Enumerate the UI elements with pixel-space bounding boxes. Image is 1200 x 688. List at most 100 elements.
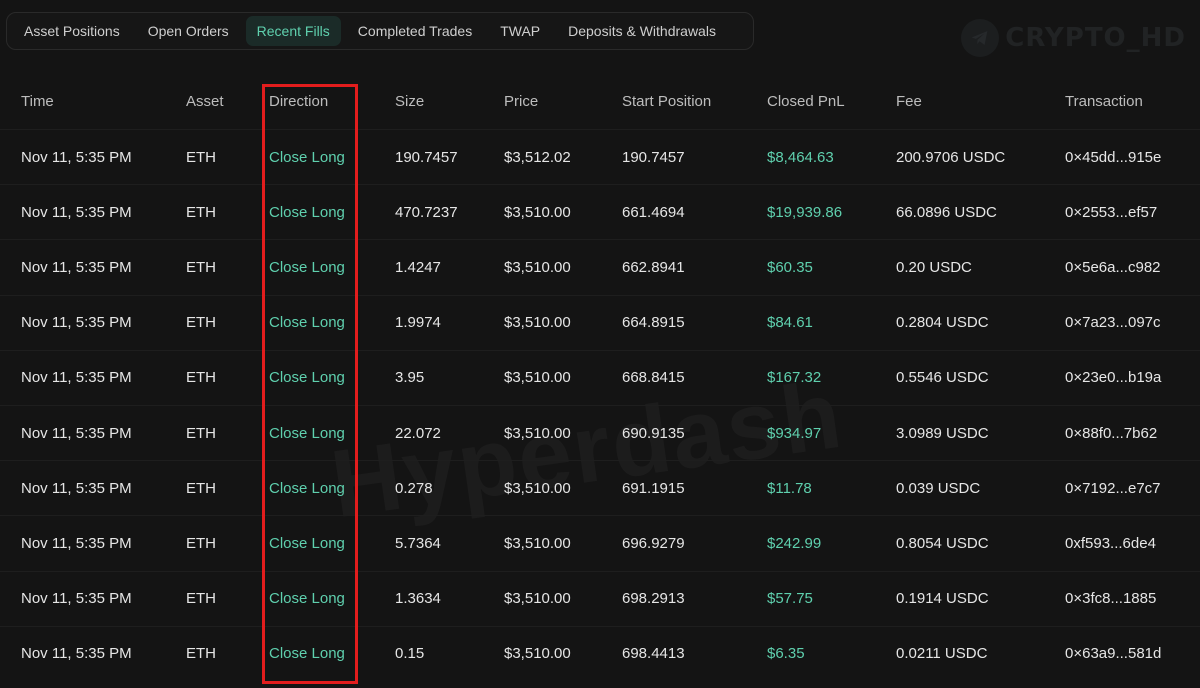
header-asset[interactable]: Asset <box>186 93 224 110</box>
cell-direction: Close Long <box>269 314 345 332</box>
cell-direction: Close Long <box>269 258 345 276</box>
cell-fee: 0.0211 USDC <box>896 645 988 663</box>
cell-time: Nov 11, 5:35 PM <box>21 369 132 387</box>
cell-price: $3,512.02 <box>504 148 571 166</box>
cell-transaction-link[interactable]: 0×7192...e7c7 <box>1065 480 1161 497</box>
cell-start-position: 190.7457 <box>622 148 685 166</box>
cell-price: $3,510.00 <box>504 258 571 276</box>
cell-asset[interactable]: ETH <box>186 425 216 442</box>
cell-transaction-link[interactable]: 0×23e0...b19a <box>1065 369 1161 386</box>
cell-fee: 0.2804 USDC <box>896 314 989 332</box>
cell-fee: 200.9706 USDC <box>896 148 1006 166</box>
cell-price: $3,510.00 <box>504 424 571 442</box>
cell-asset[interactable]: ETH <box>186 480 216 497</box>
cell-size: 22.072 <box>395 424 441 442</box>
cell-time: Nov 11, 5:35 PM <box>21 424 132 442</box>
tab-deposits-withdrawals[interactable]: Deposits & Withdrawals <box>557 16 727 46</box>
table-row: Nov 11, 5:35 PM ETH Close Long 1.4247 $3… <box>0 239 1200 294</box>
cell-time: Nov 11, 5:35 PM <box>21 203 132 221</box>
cell-closed-pnl: $167.32 <box>767 369 822 387</box>
header-size[interactable]: Size <box>395 93 424 110</box>
cell-time: Nov 11, 5:35 PM <box>21 314 132 332</box>
cell-start-position: 690.9135 <box>622 424 685 442</box>
cell-closed-pnl: $19,939.86 <box>767 203 843 221</box>
cell-size: 1.9974 <box>395 314 441 332</box>
cell-size: 0.15 <box>395 645 425 663</box>
cell-closed-pnl: $84.61 <box>767 314 813 332</box>
header-price[interactable]: Price <box>504 93 538 110</box>
cell-closed-pnl: $60.35 <box>767 258 813 276</box>
cell-asset[interactable]: ETH <box>186 204 216 221</box>
cell-fee: 0.5546 USDC <box>896 369 989 387</box>
table-row: Nov 11, 5:35 PM ETH Close Long 470.7237 … <box>0 184 1200 239</box>
tab-asset-positions[interactable]: Asset Positions <box>13 16 131 46</box>
cell-direction: Close Long <box>269 590 345 608</box>
header-time[interactable]: Time <box>21 93 54 110</box>
cell-start-position: 661.4694 <box>622 203 685 221</box>
cell-closed-pnl: $6.35 <box>767 645 805 663</box>
tab-open-orders[interactable]: Open Orders <box>137 16 240 46</box>
cell-start-position: 696.9279 <box>622 534 685 552</box>
cell-size: 5.7364 <box>395 534 441 552</box>
header-direction[interactable]: Direction <box>269 93 328 110</box>
table-row: Nov 11, 5:35 PM ETH Close Long 1.9974 $3… <box>0 294 1200 350</box>
cell-direction: Close Long <box>269 148 345 166</box>
table-row: Nov 11, 5:35 PM ETH Close Long 190.7457 … <box>0 129 1200 184</box>
cell-direction: Close Long <box>269 203 345 221</box>
cell-start-position: 698.4413 <box>622 645 685 663</box>
cell-asset[interactable]: ETH <box>186 369 216 386</box>
cell-fee: 0.1914 USDC <box>896 590 989 608</box>
cell-asset[interactable]: ETH <box>186 314 216 331</box>
cell-fee: 0.20 USDC <box>896 258 972 276</box>
cell-price: $3,510.00 <box>504 314 571 332</box>
cell-fee: 66.0896 USDC <box>896 203 997 221</box>
header-start-position[interactable]: Start Position <box>622 93 711 110</box>
tab-recent-fills[interactable]: Recent Fills <box>245 16 341 46</box>
cell-transaction-link[interactable]: 0×45dd...915e <box>1065 149 1161 166</box>
cell-asset[interactable]: ETH <box>186 590 216 607</box>
cell-time: Nov 11, 5:35 PM <box>21 645 132 663</box>
cell-asset[interactable]: ETH <box>186 535 216 552</box>
cell-direction: Close Long <box>269 369 345 387</box>
cell-start-position: 691.1915 <box>622 479 685 497</box>
cell-size: 1.3634 <box>395 590 441 608</box>
cell-time: Nov 11, 5:35 PM <box>21 534 132 552</box>
cell-asset[interactable]: ETH <box>186 645 216 662</box>
cell-start-position: 668.8415 <box>622 369 685 387</box>
tab-completed-trades[interactable]: Completed Trades <box>347 16 483 46</box>
brand-watermark: CRYPTO_HD <box>961 16 1186 60</box>
cell-transaction-link[interactable]: 0xf593...6de4 <box>1065 535 1156 552</box>
cell-closed-pnl: $57.75 <box>767 590 813 608</box>
cell-start-position: 698.2913 <box>622 590 685 608</box>
cell-asset[interactable]: ETH <box>186 149 216 166</box>
fills-table: Time Asset Direction Size Price Start Po… <box>0 74 1200 681</box>
cell-transaction-link[interactable]: 0×3fc8...1885 <box>1065 590 1156 607</box>
header-fee[interactable]: Fee <box>896 93 922 110</box>
cell-time: Nov 11, 5:35 PM <box>21 590 132 608</box>
cell-start-position: 662.8941 <box>622 258 685 276</box>
cell-transaction-link[interactable]: 0×2553...ef57 <box>1065 204 1157 221</box>
table-row: Nov 11, 5:35 PM ETH Close Long 3.95 $3,5… <box>0 349 1200 405</box>
cell-size: 190.7457 <box>395 148 458 166</box>
cell-closed-pnl: $11.78 <box>767 479 812 497</box>
cell-asset[interactable]: ETH <box>186 259 216 276</box>
cell-fee: 3.0989 USDC <box>896 424 989 442</box>
cell-direction: Close Long <box>269 534 345 552</box>
cell-transaction-link[interactable]: 0×88f0...7b62 <box>1065 425 1157 442</box>
table-row: Nov 11, 5:35 PM ETH Close Long 0.15 $3,5… <box>0 625 1200 681</box>
cell-size: 1.4247 <box>395 258 441 276</box>
tab-twap[interactable]: TWAP <box>489 16 551 46</box>
cell-transaction-link[interactable]: 0×63a9...581d <box>1065 645 1161 662</box>
cell-transaction-link[interactable]: 0×7a23...097c <box>1065 314 1161 331</box>
table-row: Nov 11, 5:35 PM ETH Close Long 0.278 $3,… <box>0 460 1200 515</box>
brand-text: CRYPTO_HD <box>1005 23 1186 53</box>
cell-time: Nov 11, 5:35 PM <box>21 258 132 276</box>
header-closed-pnl[interactable]: Closed PnL <box>767 93 845 110</box>
telegram-icon <box>961 19 1000 57</box>
cell-closed-pnl: $8,464.63 <box>767 148 834 166</box>
cell-closed-pnl: $242.99 <box>767 534 822 552</box>
cell-transaction-link[interactable]: 0×5e6a...c982 <box>1065 259 1161 276</box>
tab-bar: Asset Positions Open Orders Recent Fills… <box>6 12 754 50</box>
cell-price: $3,510.00 <box>504 203 571 221</box>
header-transaction[interactable]: Transaction <box>1065 93 1143 110</box>
